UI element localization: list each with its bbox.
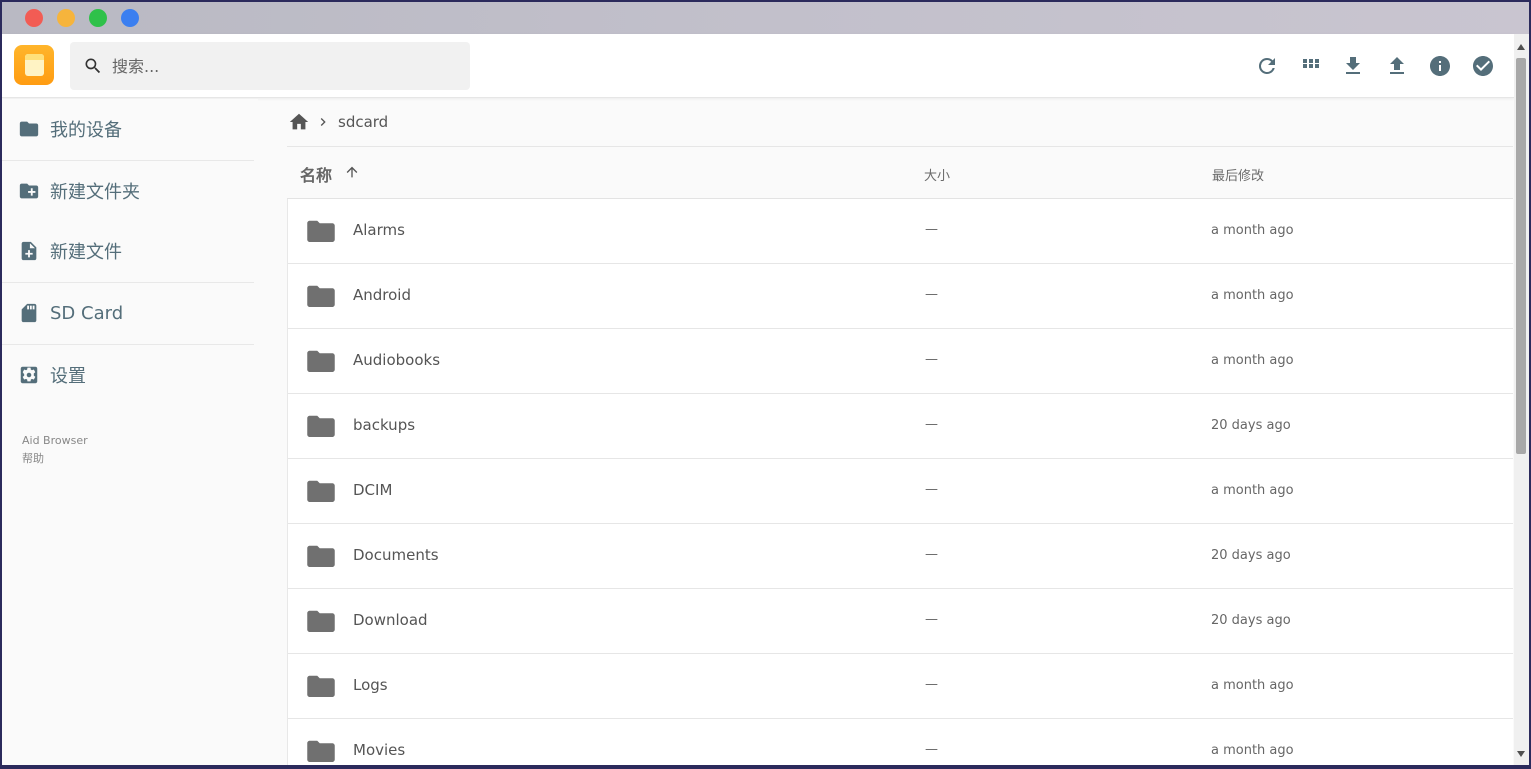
main-content: sdcard 名称 大小 最后修改 Alarms — a month ago A… [287,99,1513,765]
app-name-link[interactable]: Aid Browser [22,434,88,447]
search-box[interactable] [70,42,470,90]
file-modified: 20 days ago [1211,548,1291,563]
file-size: — [925,287,938,302]
help-link[interactable]: 帮助 [22,450,44,466]
sidebar-item-sd-card[interactable]: SD Card [2,283,254,343]
file-size: — [925,417,938,432]
folder-icon [307,675,335,697]
vertical-scrollbar[interactable] [1514,34,1529,765]
sidebar: 我的设备 新建文件夹 新建文件 SD Card 设置 Aid Browser 帮… [2,99,258,765]
grid-view-icon[interactable] [1299,54,1323,78]
file-size: — [925,677,938,692]
file-size: — [925,547,938,562]
file-name: backups [353,416,416,434]
file-name: Android [353,286,411,304]
search-icon [85,58,101,74]
table-row[interactable]: Android — a month ago [288,264,1513,329]
table-row[interactable]: Download — 20 days ago [288,589,1513,654]
folder-icon [307,740,335,762]
file-table: 名称 大小 最后修改 Alarms — a month ago Android … [287,147,1513,765]
new-folder-icon [19,183,39,199]
table-row[interactable]: backups — 20 days ago [288,394,1513,459]
table-row[interactable]: Logs — a month ago [288,654,1513,719]
file-modified: a month ago [1211,353,1294,368]
sidebar-item-label: 设置 [50,366,86,387]
file-modified: a month ago [1211,743,1294,758]
app-header [2,34,1514,98]
column-header-size[interactable]: 大小 [924,165,950,184]
breadcrumb: sdcard [287,99,1513,147]
file-name: Alarms [353,221,405,239]
sidebar-item-label: 新建文件夹 [50,182,140,203]
table-row[interactable]: Documents — 20 days ago [288,524,1513,589]
file-modified: a month ago [1211,483,1294,498]
sidebar-item-label: SD Card [50,302,124,324]
file-size: — [925,612,938,627]
column-header-modified[interactable]: 最后修改 [1212,165,1264,184]
sidebar-item-my-device[interactable]: 我的设备 [2,99,254,159]
folder-icon [307,285,335,307]
new-file-icon [21,241,37,261]
refresh-icon[interactable] [1255,54,1279,78]
table-body: Alarms — a month ago Android — a month a… [287,199,1513,765]
file-logo-icon [25,54,44,76]
scroll-up-arrow-icon[interactable] [1517,44,1525,50]
file-name: Logs [353,676,388,694]
breadcrumb-current[interactable]: sdcard [338,113,388,131]
folder-icon [307,480,335,502]
file-size: — [925,482,938,497]
search-input[interactable] [112,50,452,82]
column-header-label: 名称 [300,166,333,185]
file-name: Download [353,611,428,629]
file-modified: 20 days ago [1211,418,1291,433]
file-size: — [925,222,938,237]
folder-icon [307,545,335,567]
file-name: Documents [353,546,439,564]
table-row[interactable]: Alarms — a month ago [288,199,1513,264]
file-modified: a month ago [1211,678,1294,693]
sort-ascending-icon[interactable] [344,164,360,180]
sidebar-item-new-file[interactable]: 新建文件 [2,221,254,281]
file-name: DCIM [353,481,393,499]
file-modified: 20 days ago [1211,613,1291,628]
app-logo [14,45,54,85]
sd-card-icon [21,303,37,323]
title-bar [2,2,1529,34]
sidebar-item-label: 我的设备 [50,120,122,141]
table-row[interactable]: DCIM — a month ago [288,459,1513,524]
file-name: Audiobooks [353,351,441,369]
chevron-right-icon [320,118,326,126]
scroll-down-arrow-icon[interactable] [1517,751,1525,757]
file-modified: a month ago [1211,288,1294,303]
folder-icon [307,350,335,372]
folder-icon [307,220,335,242]
column-header-name[interactable]: 名称 [300,162,358,186]
settings-icon [20,366,38,384]
download-icon[interactable] [1341,54,1365,78]
file-size: — [925,742,938,757]
scrollbar-thumb[interactable] [1516,58,1526,454]
table-row[interactable]: Audiobooks — a month ago [288,329,1513,394]
maximize-window-button[interactable] [89,9,107,27]
file-modified: a month ago [1211,223,1294,238]
table-header: 名称 大小 最后修改 [287,147,1513,199]
info-icon[interactable] [1428,54,1452,78]
app-window: 我的设备 新建文件夹 新建文件 SD Card 设置 Aid Browser 帮… [2,2,1529,765]
upload-icon[interactable] [1385,54,1409,78]
close-window-button[interactable] [25,9,43,27]
folder-icon [307,415,335,437]
file-name: Movies [353,741,406,759]
folder-icon [307,610,335,632]
select-check-icon[interactable] [1471,54,1495,78]
sidebar-item-new-folder[interactable]: 新建文件夹 [2,161,254,221]
sidebar-item-settings[interactable]: 设置 [2,345,254,405]
minimize-window-button[interactable] [57,9,75,27]
file-size: — [925,352,938,367]
home-icon[interactable] [288,111,310,133]
folder-icon [19,121,39,137]
table-row[interactable]: Movies — a month ago [288,719,1513,765]
sidebar-item-label: 新建文件 [50,242,122,263]
window-extra-button[interactable] [121,9,139,27]
